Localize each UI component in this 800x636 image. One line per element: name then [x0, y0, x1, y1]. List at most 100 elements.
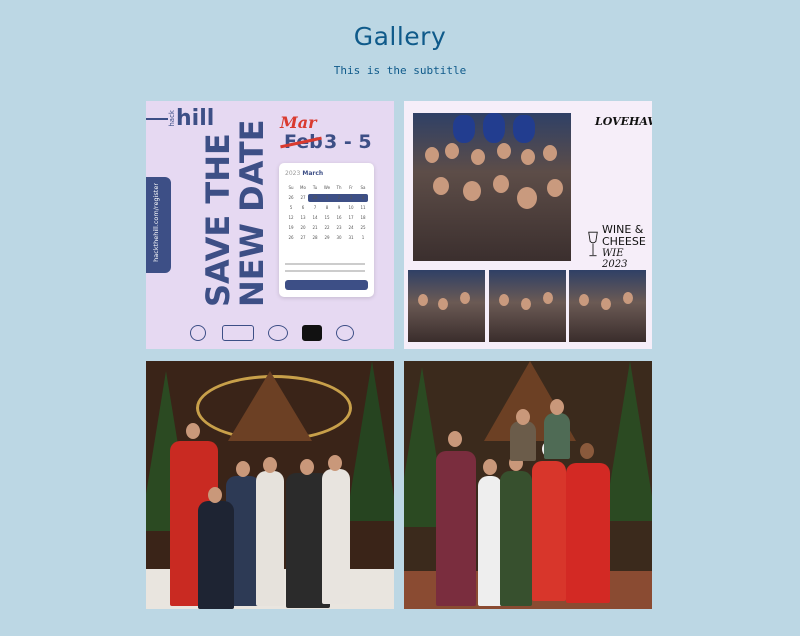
calendar-day: 7 [313, 205, 317, 210]
calendar-day: 5 [289, 205, 293, 210]
calendar-day: 6 [301, 205, 305, 210]
calendar-weekday: Su [288, 185, 294, 190]
christmas-tree [604, 361, 652, 521]
calendar-weekday: Mo [300, 185, 306, 190]
calendar-weekday: We [323, 185, 331, 190]
calendar-weekday: Fr [349, 185, 353, 190]
face [601, 298, 611, 310]
balloon [513, 115, 535, 143]
calendar-day: 22 [324, 225, 330, 230]
calendar-day: 27 [300, 195, 306, 200]
sponsor-logo [302, 325, 322, 341]
event-dates: 3 - 5 [324, 131, 372, 153]
face [300, 459, 314, 475]
event-subtitle: WIE 2023 [602, 248, 628, 270]
face [550, 399, 564, 415]
person [544, 413, 570, 459]
balloon [453, 115, 475, 143]
face [186, 423, 200, 439]
calendar-grid: Su Mo Tu We Th Fr Sa 26 27 28 1 2 3 4 5 6 7 8 9 10 11 12 13 14 1… [285, 185, 369, 240]
calendar-day: 1 [325, 195, 329, 200]
face [236, 461, 250, 477]
calendar-day: 30 [336, 235, 342, 240]
calendar-day: 11 [360, 205, 366, 210]
person [322, 469, 350, 604]
sponsor-logo [190, 325, 206, 341]
calendar-detail [285, 263, 365, 265]
calendar-header: 2023 March [285, 170, 323, 177]
calendar-day: 15 [324, 215, 330, 220]
page-subtitle: This is the subtitle [333, 64, 467, 77]
gallery-image-holiday-group-2[interactable] [404, 361, 652, 609]
calendar-day: 20 [300, 225, 306, 230]
calendar-month: March [302, 170, 324, 177]
logo-line [146, 118, 168, 120]
face [499, 294, 509, 306]
face [517, 187, 537, 209]
gallery-image-holiday-group-1[interactable] [146, 361, 394, 609]
calendar-day: 17 [348, 215, 354, 220]
calendar-day: 25 [360, 225, 366, 230]
calendar-day: 27 [300, 235, 306, 240]
new-month: Mar [280, 113, 317, 132]
calendar-day: 4 [361, 195, 365, 200]
face [328, 455, 342, 471]
face [448, 431, 462, 447]
face [425, 147, 439, 163]
calendar-day: 21 [312, 225, 318, 230]
calendar-day: 8 [325, 205, 329, 210]
face [438, 298, 448, 310]
face [483, 459, 497, 475]
calendar-day: 2 [337, 195, 341, 200]
calendar-button [285, 280, 368, 290]
balloon [483, 113, 505, 143]
gallery-image-save-the-date[interactable]: hack hill hackthehill.com/register SAVE … [146, 101, 394, 349]
headline-line1: SAVE THE [199, 133, 237, 307]
collage-main-photo [413, 113, 571, 261]
face [208, 487, 222, 503]
person [500, 471, 532, 606]
calendar-day: 26 [288, 195, 294, 200]
sponsor-logo [222, 325, 254, 341]
calendar-day: 24 [348, 225, 354, 230]
face [521, 298, 531, 310]
face [521, 149, 535, 165]
calendar-day: 1 [361, 235, 365, 240]
calendar-day: 3 [349, 195, 353, 200]
wine-glass-icon [588, 231, 598, 257]
face [433, 177, 449, 195]
person [198, 501, 234, 609]
face [471, 149, 485, 165]
face [418, 294, 428, 306]
calendar-day: 19 [288, 225, 294, 230]
sponsor-logo [268, 325, 288, 341]
person [478, 476, 502, 606]
calendar-weekday: Tu [312, 185, 318, 190]
calendar-day: 28 [312, 195, 318, 200]
face [543, 292, 553, 304]
calendar-day: 23 [336, 225, 342, 230]
calendar-weekday: Th [336, 185, 342, 190]
headline-line2: NEW DATE [233, 119, 271, 307]
collage-small-photo [489, 270, 566, 342]
face [580, 443, 594, 459]
calendar-card: 2023 March Su Mo Tu We Th Fr Sa 26 27 28 1 2 3 4 5 6 7 8 9… [279, 163, 374, 297]
person [566, 463, 610, 603]
collage-small-photo [569, 270, 646, 342]
christmas-tree [346, 361, 394, 521]
logo-small-text: hack [168, 110, 176, 127]
calendar-day: 31 [348, 235, 354, 240]
calendar-day: 12 [288, 215, 294, 220]
calendar-day: 9 [337, 205, 341, 210]
face [463, 181, 481, 201]
calendar-day: 26 [288, 235, 294, 240]
face [516, 409, 530, 425]
save-the-date-headline: SAVE THE NEW DATE [198, 119, 278, 311]
collage-small-photo [408, 270, 485, 342]
calendar-detail [285, 270, 365, 272]
face [547, 179, 563, 197]
gallery-image-wine-and-cheese[interactable]: LOVEHAVEN! WINE & CHEESE WIE 2023 [404, 101, 652, 349]
calendar-weekday: Sa [360, 185, 366, 190]
calendar-day: 14 [312, 215, 318, 220]
register-tab: hackthehill.com/register [146, 177, 171, 273]
